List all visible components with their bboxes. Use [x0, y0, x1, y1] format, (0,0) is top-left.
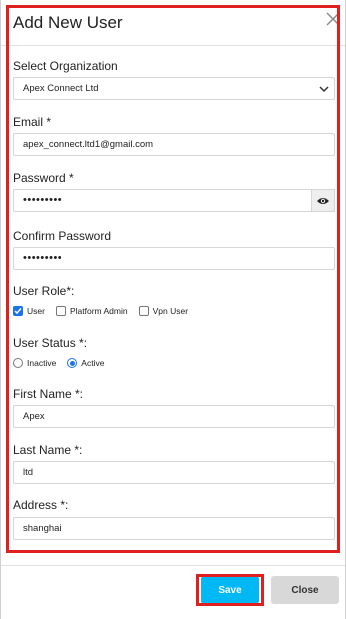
checkbox-icon[interactable] [138, 306, 149, 316]
dialog-header: Add New User [1, 0, 345, 46]
organization-label: Select Organization [13, 59, 118, 73]
status-option-label: Inactive [27, 358, 57, 368]
add-user-dialog: Add New User Select Organization Apex Co… [0, 0, 346, 619]
first-name-label: First Name *: [13, 387, 84, 401]
role-option-label: Platform Admin [69, 306, 128, 316]
email-value: apex_connect.ltd1@gmail.com [23, 139, 154, 150]
chevron-down-icon [318, 82, 330, 94]
close-icon[interactable] [326, 10, 340, 30]
confirm-password-label: Confirm Password [13, 229, 112, 243]
last-name-field[interactable]: ltd [13, 461, 335, 484]
eye-icon[interactable] [311, 189, 335, 212]
status-option-label: Active [81, 358, 105, 368]
address-label: Address *: [13, 498, 69, 512]
address-field[interactable]: shanghai [13, 517, 335, 540]
radio-selected-icon[interactable] [67, 358, 78, 368]
last-name-value: ltd [23, 467, 34, 478]
password-field[interactable]: ••••••••• [13, 189, 335, 212]
role-option-vpn-user[interactable]: Vpn User [138, 306, 189, 316]
email-label: Email * [13, 115, 52, 129]
password-value: ••••••••• [23, 194, 63, 206]
save-button[interactable]: Save [201, 576, 259, 604]
first-name-value: Apex [23, 411, 45, 422]
organization-select[interactable]: Apex Connect Ltd [13, 77, 335, 100]
address-value: shanghai [23, 523, 62, 534]
role-option-label: User [27, 306, 45, 316]
checkbox-icon[interactable] [55, 306, 66, 316]
close-button[interactable]: Close [271, 576, 339, 604]
role-option-platform-admin[interactable]: Platform Admin [55, 306, 128, 316]
last-name-label: Last Name *: [13, 443, 83, 457]
user-status-options: Inactive Active [13, 358, 115, 368]
checkbox-checked-icon[interactable] [13, 306, 23, 316]
confirm-password-field[interactable]: ••••••••• [13, 247, 335, 270]
status-option-active[interactable]: Active [67, 358, 104, 368]
role-option-user[interactable]: User [13, 306, 45, 316]
user-status-label: User Status *: [13, 336, 88, 350]
user-role-label: User Role*: [13, 284, 75, 298]
role-option-label: Vpn User [152, 306, 189, 316]
confirm-password-value: ••••••••• [23, 252, 63, 264]
status-option-inactive[interactable]: Inactive [13, 358, 56, 368]
user-role-options: User Platform Admin Vpn User [13, 306, 199, 316]
dialog-title: Add New User [13, 13, 123, 32]
radio-icon[interactable] [13, 358, 23, 368]
first-name-field[interactable]: Apex [13, 405, 335, 428]
organization-value: Apex Connect Ltd [23, 83, 99, 94]
password-label: Password * [13, 171, 74, 185]
email-field[interactable]: apex_connect.ltd1@gmail.com [13, 133, 335, 156]
